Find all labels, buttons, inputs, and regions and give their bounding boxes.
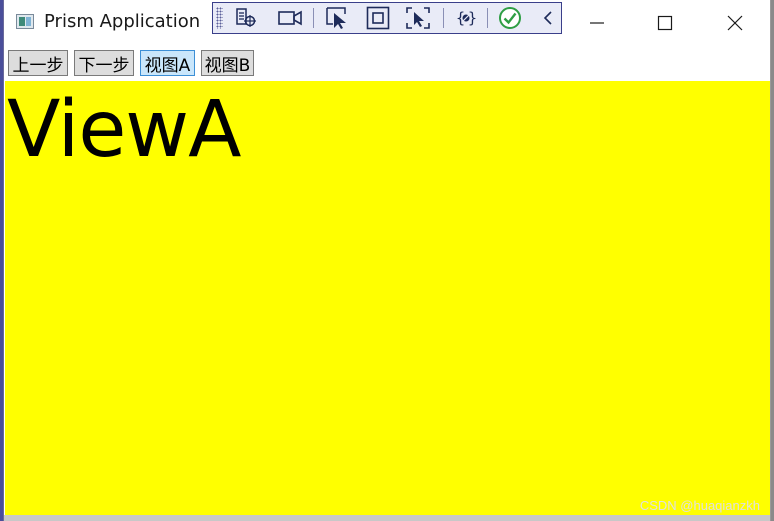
close-button[interactable] <box>712 11 758 35</box>
toolbar-separator <box>443 8 444 28</box>
title-bar[interactable]: Prism Application {} <box>4 0 770 46</box>
track-focus-icon[interactable] <box>405 6 431 30</box>
view-a-label: ViewA <box>7 85 241 175</box>
app-window-icon <box>16 14 34 29</box>
minimize-icon <box>590 22 604 24</box>
binding-failures-icon[interactable]: { } <box>453 6 479 30</box>
view-b-button[interactable]: 视图B <box>201 50 254 76</box>
minimize-button[interactable] <box>574 11 620 35</box>
toolbar-grip-handle[interactable] <box>216 7 223 29</box>
display-layout-adorners-icon[interactable] <box>365 6 391 30</box>
prism-application-window: Prism Application {} 上一步 下一步 视图A 视图B Vi… <box>3 0 771 521</box>
select-element-icon[interactable] <box>325 6 351 30</box>
watermark: CSDN @huaqianzkh <box>639 498 760 513</box>
collapse-toolbar-icon[interactable] <box>535 6 561 30</box>
maximize-button[interactable] <box>642 11 688 35</box>
window-bottom-border <box>4 515 770 521</box>
next-step-button[interactable]: 下一步 <box>74 50 134 76</box>
previous-step-button[interactable]: 上一步 <box>8 50 68 76</box>
toolbar-separator <box>313 8 314 28</box>
maximize-icon <box>657 15 673 31</box>
toolbar-separator <box>487 8 488 28</box>
close-icon <box>727 15 743 31</box>
window-title: Prism Application <box>44 11 201 32</box>
video-camera-icon[interactable] <box>277 6 303 30</box>
xaml-hot-reload-ok-icon[interactable] <box>497 6 523 30</box>
content-region: ViewA CSDN @huaqianzkh <box>5 81 770 515</box>
view-a-button[interactable]: 视图A <box>140 50 195 76</box>
live-visual-tree-icon[interactable] <box>233 6 259 30</box>
wpf-debug-toolbar: { } <box>212 2 562 34</box>
